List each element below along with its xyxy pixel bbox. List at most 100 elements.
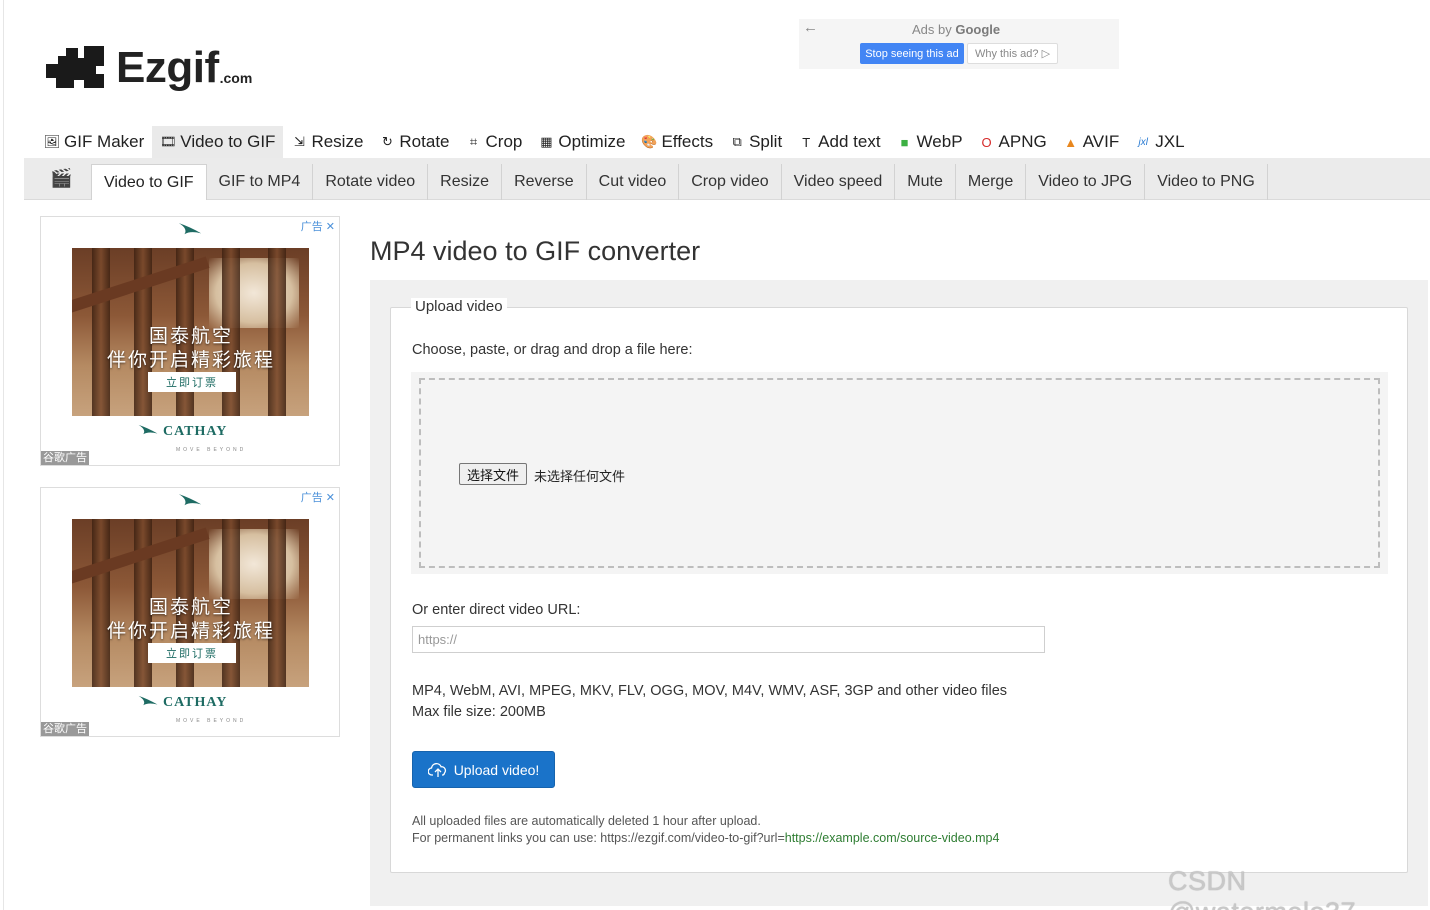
- nav-label: APNG: [998, 132, 1047, 151]
- nav-label: GIF Maker: [64, 132, 145, 151]
- jxl-icon: jxl: [1138, 136, 1148, 148]
- cathay-logo-icon: [138, 424, 158, 435]
- nav-split[interactable]: ⧉ Split: [721, 126, 790, 158]
- nav-label: Rotate: [399, 132, 450, 151]
- choose-file-label: Choose, paste, or drag and drop a file h…: [412, 342, 693, 358]
- stop-seeing-ad-button[interactable]: Stop seeing this ad: [860, 43, 964, 64]
- nav-rotate[interactable]: ↻ Rotate: [371, 126, 457, 158]
- ad-title: 国泰航空: [148, 326, 233, 347]
- nav-resize[interactable]: ⇲ Resize: [283, 126, 371, 158]
- webp-icon: ■: [900, 134, 909, 150]
- cathay-bird-icon: [178, 223, 202, 235]
- choose-file-button[interactable]: 选择文件: [459, 463, 528, 485]
- tab-video-speed[interactable]: Video speed: [782, 164, 896, 200]
- nav-video-to-gif[interactable]: 🎞 Video to GIF: [152, 126, 284, 158]
- nav-avif[interactable]: ▲ AVIF: [1055, 126, 1128, 158]
- ad-book-button[interactable]: 立即订票: [148, 643, 236, 663]
- page-left-border: [3, 0, 4, 910]
- max-file-size-text: Max file size: 200MB: [412, 704, 546, 720]
- nav-label: Video to GIF: [180, 132, 276, 151]
- ad-title: 国泰航空: [148, 597, 233, 618]
- nav-webp[interactable]: ■ WebP: [889, 126, 971, 158]
- nav-label: Optimize: [558, 132, 626, 151]
- nav-jxl[interactable]: jxl JXL: [1127, 126, 1192, 158]
- cathay-logo-icon: [138, 695, 158, 706]
- google-label: Google: [955, 22, 1001, 37]
- drop-zone[interactable]: 选择文件 未选择任何文件: [411, 372, 1388, 574]
- ads-by-label: Ads by: [912, 22, 956, 37]
- nav-add-text[interactable]: T Add text: [790, 126, 888, 158]
- split-icon: ⧉: [732, 134, 742, 149]
- cathay-bird-icon: [178, 494, 202, 506]
- resize-icon: ⇲: [293, 134, 305, 149]
- logo-text: Ezgif: [116, 43, 219, 92]
- cloud-upload-icon: [427, 762, 446, 777]
- why-this-ad-button[interactable]: Why this ad? ▷: [967, 43, 1058, 64]
- video-url-input[interactable]: https://: [412, 626, 1045, 653]
- ad-footer-label: 谷歌广告: [41, 451, 89, 465]
- nav-label: Add text: [818, 132, 881, 151]
- upload-video-button[interactable]: Upload video!: [412, 751, 555, 788]
- add-text-icon: T: [802, 134, 811, 150]
- optimize-icon: ▦: [540, 134, 553, 149]
- gif-maker-icon: 🖼: [43, 134, 61, 149]
- main-navigation: 🖼 GIF Maker 🎞 Video to GIF ⇲ Resize ↻ Rotate ⌗ Cr…: [36, 126, 1193, 158]
- nav-crop[interactable]: ⌗ Crop: [458, 126, 531, 158]
- page-title: MP4 video to GIF converter: [370, 236, 701, 266]
- csdn-watermark: CSDN @watermelo37: [1168, 866, 1356, 910]
- nav-optimize[interactable]: ▦ Optimize: [530, 126, 633, 158]
- permanent-link-prefix: For permanent links you can use: https:/…: [412, 831, 785, 845]
- effects-icon: 🎨: [641, 134, 658, 149]
- nav-effects[interactable]: 🎨 Effects: [633, 126, 721, 158]
- sidebar-ad-2[interactable]: 广告 ✕ 国泰航空伴你开启精彩旅程 立即订票 CATHAY MOVE BEYOND 谷歌广…: [40, 487, 340, 737]
- google-ads-bar: ← Ads by Google Stop seeing this ad Why …: [799, 19, 1119, 69]
- video-subnav: 🎬 Video to GIF GIF to MP4 Rotate video Resi…: [24, 158, 1430, 200]
- upload-legend: Upload video: [411, 298, 507, 315]
- avif-icon: ▲: [1064, 134, 1078, 150]
- ad-footer-label: 谷歌广告: [41, 722, 89, 736]
- ad-brand: CATHAY: [137, 694, 227, 711]
- logo-suffix: .com: [219, 70, 253, 86]
- film-icon: 🎞: [160, 134, 177, 149]
- ad-subtitle: 伴你开启精彩旅程: [106, 621, 275, 642]
- supported-formats-text: MP4, WebM, AVI, MPEG, MKV, FLV, OGG, MOV…: [412, 683, 1008, 699]
- crop-icon: ⌗: [469, 134, 478, 149]
- nav-label: Effects: [661, 132, 714, 151]
- nav-apng[interactable]: O APNG: [971, 126, 1055, 158]
- tab-crop-video[interactable]: Crop video: [679, 164, 782, 200]
- nav-gif-maker[interactable]: 🖼 GIF Maker: [36, 126, 152, 158]
- ad-close-icon[interactable]: 广告 ✕: [301, 489, 335, 505]
- tab-video-to-png[interactable]: Video to PNG: [1145, 164, 1268, 200]
- nav-label: Crop: [485, 132, 523, 151]
- ad-close-icon[interactable]: 广告 ✕: [301, 218, 335, 234]
- tab-resize[interactable]: Resize: [428, 164, 503, 200]
- clapperboard-icon: 🎬: [50, 168, 73, 188]
- tab-gif-to-mp4[interactable]: GIF to MP4: [207, 164, 314, 200]
- rotate-icon: ↻: [381, 134, 393, 149]
- ad-book-button[interactable]: 立即订票: [148, 372, 236, 392]
- ezgif-puzzle-icon: [46, 46, 104, 88]
- sidebar-ad-1[interactable]: 广告 ✕ 国泰航空 伴你开启精彩旅程 立即订票 CATHAY MOVE BEYOND 谷歌广…: [40, 216, 340, 466]
- ad-brand: CATHAY: [137, 423, 227, 440]
- example-source-link[interactable]: https://example.com/source-video.mp4: [785, 831, 1000, 845]
- upload-fieldset: Upload video Choose, paste, or drag and …: [390, 298, 1408, 873]
- tab-reverse[interactable]: Reverse: [502, 164, 587, 200]
- tab-rotate-video[interactable]: Rotate video: [313, 164, 429, 200]
- video-url-label: Or enter direct video URL:: [412, 602, 581, 618]
- no-file-chosen-text: 未选择任何文件: [534, 469, 626, 484]
- upload-panel: Upload video Choose, paste, or drag and …: [370, 280, 1428, 906]
- back-arrow-icon[interactable]: ←: [803, 19, 818, 36]
- nav-label: JXL: [1155, 132, 1185, 151]
- site-logo[interactable]: Ezgif .com: [44, 40, 252, 90]
- tab-video-to-gif[interactable]: Video to GIF: [91, 164, 207, 200]
- upload-button-label: Upload video!: [453, 761, 540, 778]
- tab-video-to-jpg[interactable]: Video to JPG: [1026, 164, 1146, 200]
- tab-merge[interactable]: Merge: [956, 164, 1027, 200]
- apng-icon: O: [981, 134, 992, 150]
- tab-cut-video[interactable]: Cut video: [587, 164, 680, 200]
- ad-tagline: MOVE BEYOND: [176, 718, 247, 724]
- tab-mute[interactable]: Mute: [895, 164, 956, 200]
- ad-subtitle: 伴你开启精彩旅程: [106, 350, 275, 371]
- auto-delete-note: All uploaded files are automatically del…: [412, 814, 761, 828]
- nav-label: WebP: [916, 132, 963, 151]
